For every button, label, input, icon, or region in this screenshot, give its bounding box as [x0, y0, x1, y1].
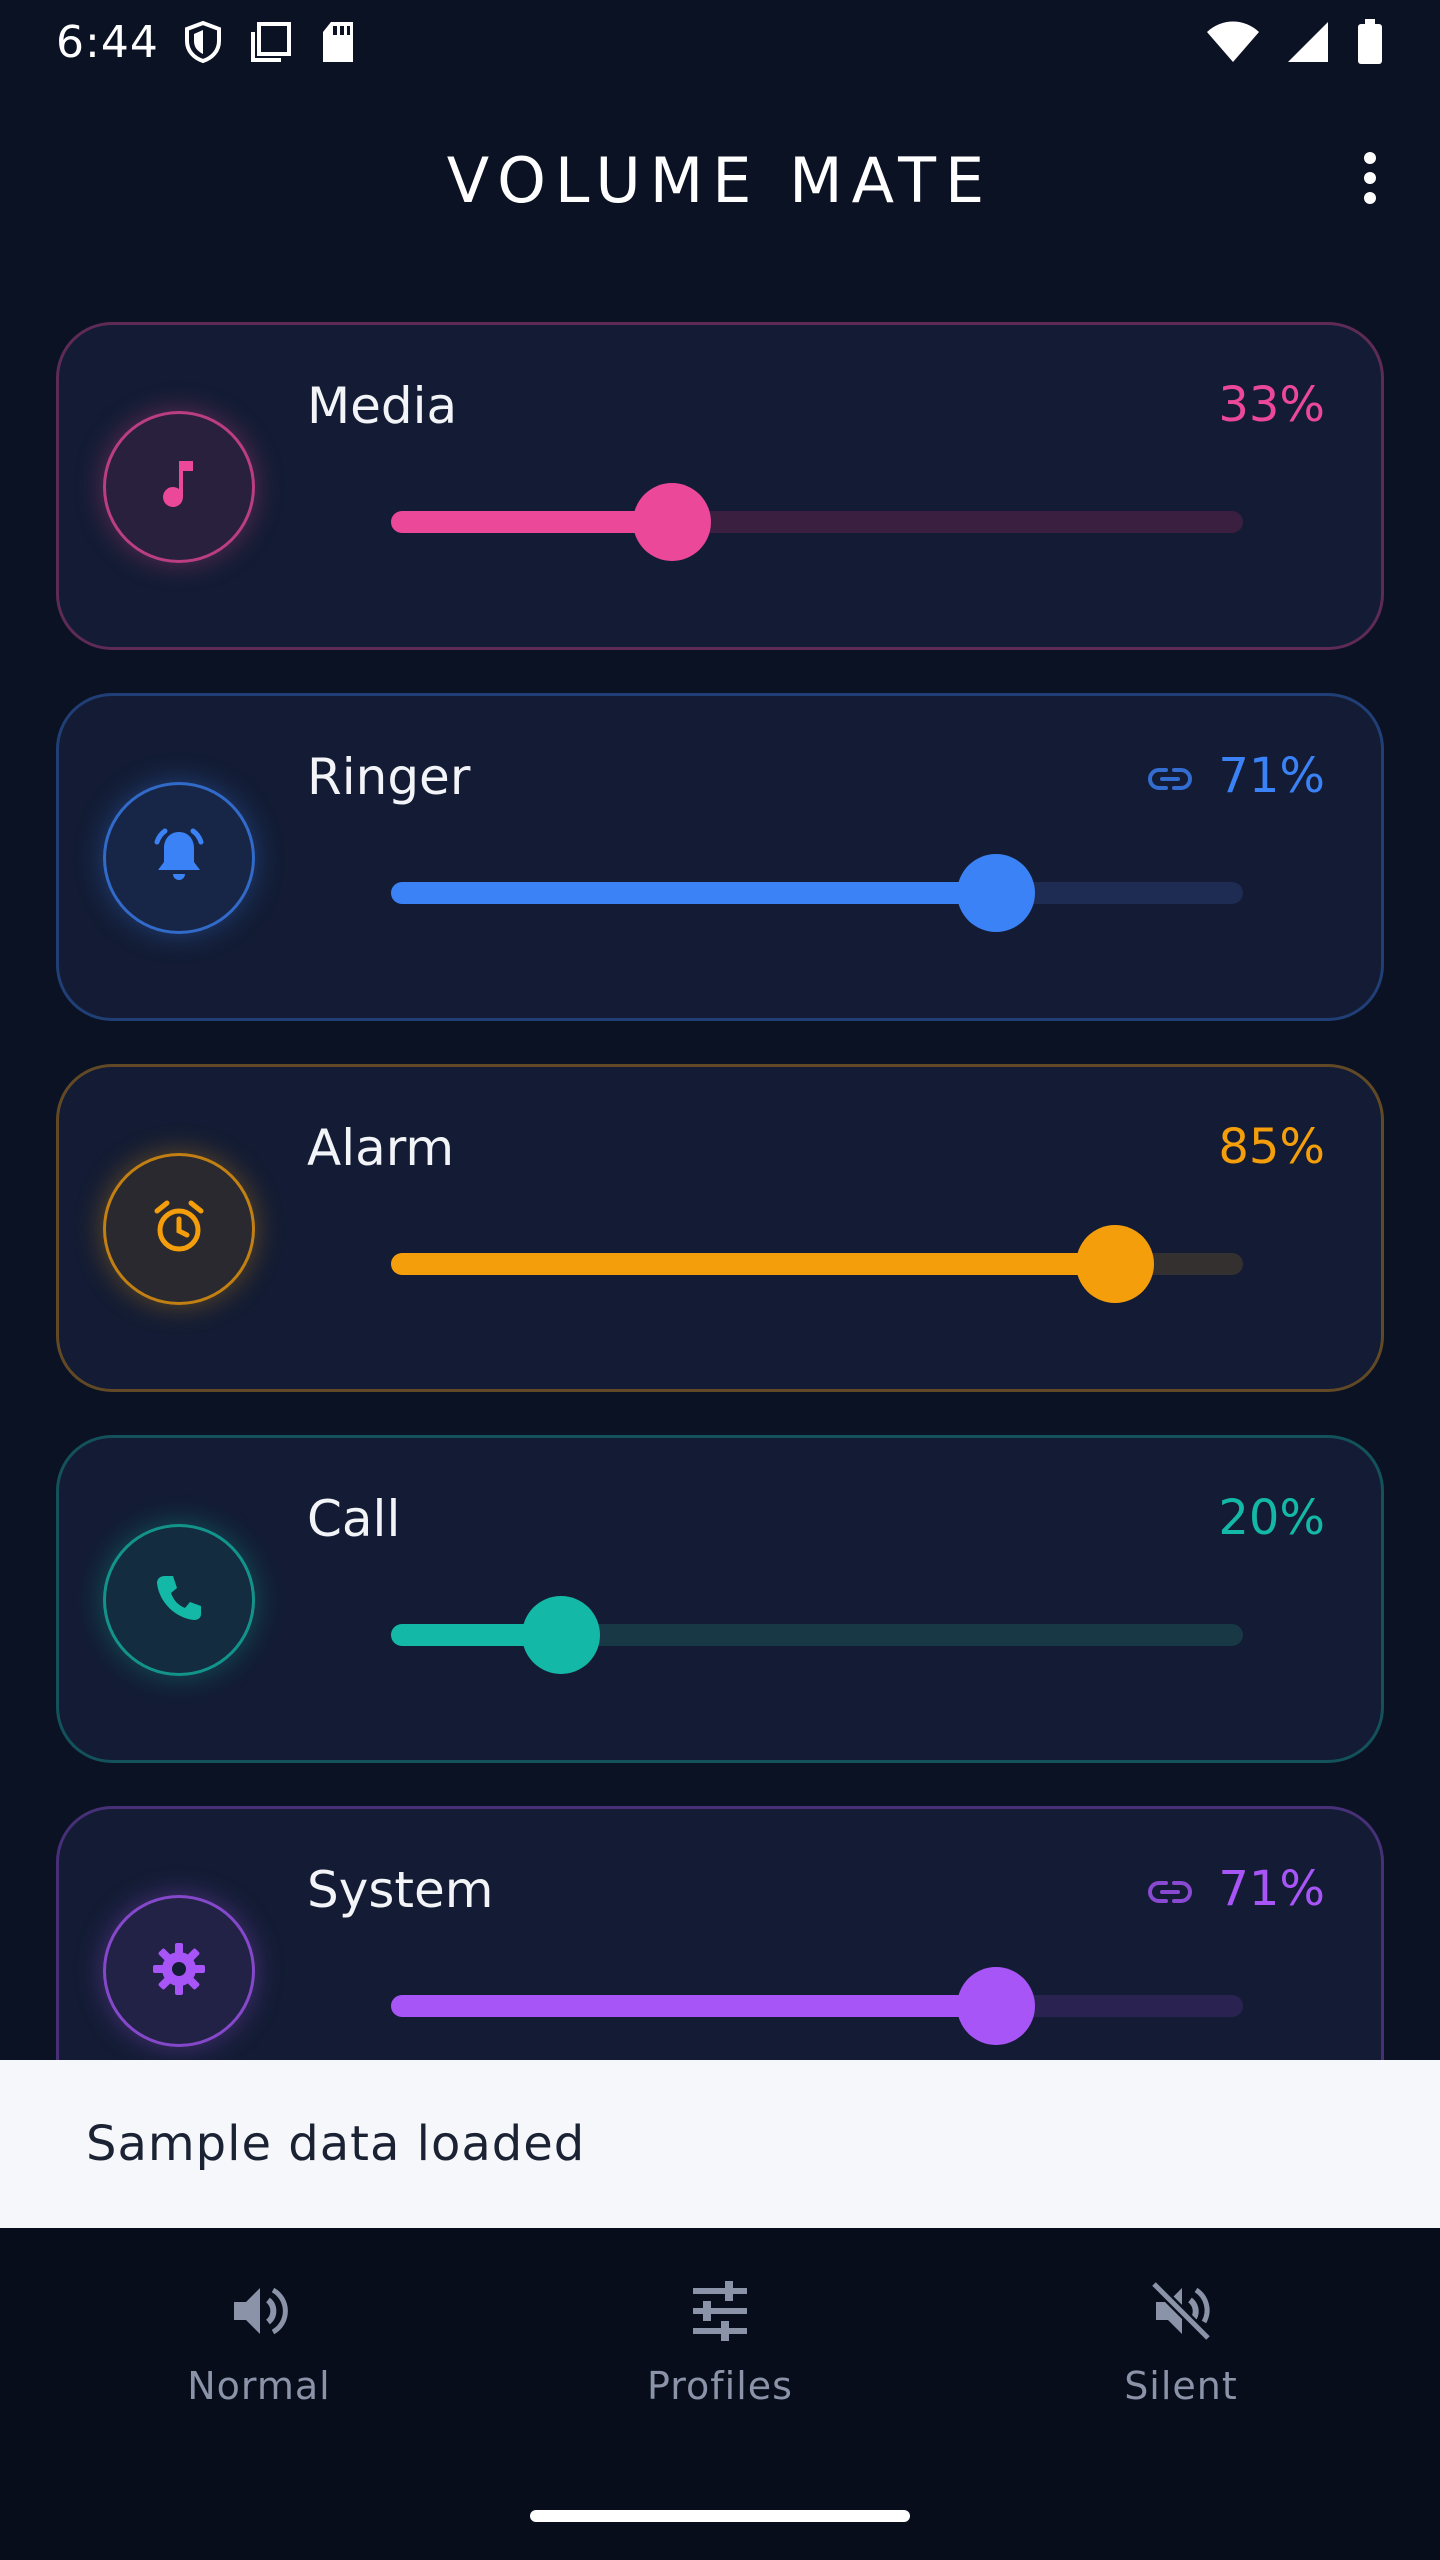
volume-card-ringer: Ringer 71% [56, 693, 1384, 1021]
volume-slider[interactable] [391, 483, 1243, 561]
percent-value: 71% [1218, 1861, 1325, 1917]
slider-thumb[interactable] [957, 854, 1035, 932]
snackbar-message: Sample data loaded [86, 2116, 586, 2172]
speaker-icon [226, 2278, 292, 2348]
slider-fill [391, 1253, 1115, 1275]
percent-value: 71% [1218, 748, 1325, 804]
status-time: 6:44 [56, 16, 159, 68]
home-indicator[interactable] [530, 2510, 910, 2522]
gear-icon [147, 1937, 211, 2005]
channel-label: Call [307, 1490, 401, 1548]
app-title: VOLUME MATE [446, 143, 994, 217]
slider-fill [391, 882, 996, 904]
phone-icon [149, 1568, 209, 1632]
battery-icon [1356, 19, 1384, 65]
ringer-icon-button[interactable] [103, 782, 255, 934]
nav-label: Normal [187, 2364, 331, 2408]
music-note-icon [149, 455, 209, 519]
slider-thumb[interactable] [522, 1596, 600, 1674]
channel-label: Alarm [307, 1119, 455, 1177]
volume-card-call: Call 20% [56, 1435, 1384, 1763]
more-vertical-icon [1360, 148, 1380, 212]
nav-silent[interactable]: Silent [1031, 2278, 1331, 2468]
channel-label: System [307, 1861, 494, 1919]
slider-thumb[interactable] [1076, 1225, 1154, 1303]
volume-slider[interactable] [391, 1225, 1243, 1303]
slider-fill [391, 1995, 996, 2017]
nav-normal[interactable]: Normal [109, 2278, 409, 2468]
sd-card-icon [319, 20, 357, 64]
channel-label: Ringer [307, 748, 471, 806]
sliders-icon [687, 2278, 753, 2348]
speaker-muted-icon [1148, 2278, 1214, 2348]
nav-profiles[interactable]: Profiles [570, 2278, 870, 2468]
percent-value: 20% [1218, 1490, 1325, 1546]
slider-fill [391, 511, 672, 533]
bell-icon [149, 826, 209, 890]
alarm-icon-button[interactable] [103, 1153, 255, 1305]
link-icon [1148, 748, 1193, 804]
call-icon-button[interactable] [103, 1524, 255, 1676]
volume-card-media: Media 33% [56, 322, 1384, 650]
volume-slider[interactable] [391, 1596, 1243, 1674]
system-icon-button[interactable] [103, 1895, 255, 2047]
app-header: VOLUME MATE [0, 120, 1440, 240]
alarm-clock-icon [149, 1197, 209, 1261]
channel-label: Media [307, 377, 458, 435]
volume-slider[interactable] [391, 854, 1243, 932]
snackbar: Sample data loaded [0, 2060, 1440, 2228]
slider-thumb[interactable] [957, 1967, 1035, 2045]
cellular-signal-icon [1286, 20, 1330, 64]
link-icon [1148, 1861, 1193, 1917]
nav-label: Silent [1124, 2364, 1238, 2408]
volume-card-alarm: Alarm 85% [56, 1064, 1384, 1392]
volume-slider[interactable] [391, 1967, 1243, 2045]
status-bar: 6:44 [0, 0, 1440, 84]
wifi-icon [1206, 20, 1260, 64]
screenshot-icon [249, 20, 293, 64]
media-icon-button[interactable] [103, 411, 255, 563]
shield-icon [183, 20, 223, 64]
slider-thumb[interactable] [633, 483, 711, 561]
nav-label: Profiles [647, 2364, 793, 2408]
percent-value: 33% [1218, 377, 1325, 433]
percent-value: 85% [1218, 1119, 1325, 1175]
overflow-menu-button[interactable] [1340, 150, 1400, 210]
